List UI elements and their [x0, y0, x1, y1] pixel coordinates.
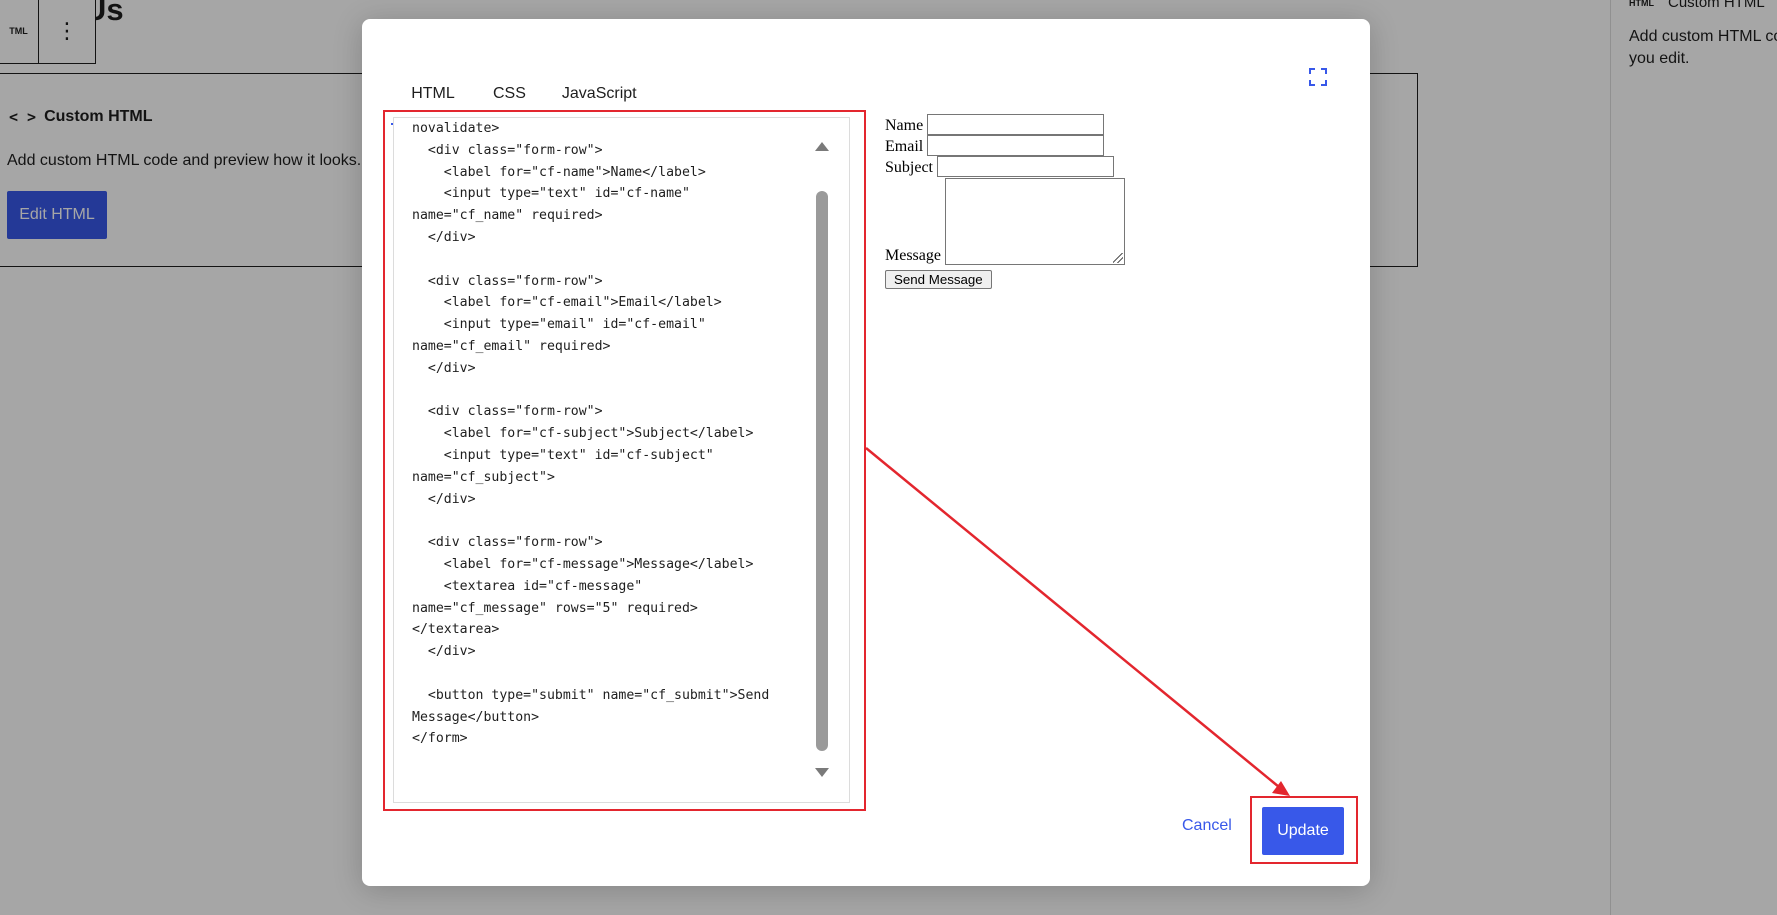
custom-html-modal: HTML CSS JavaScript novalidate> <div cla… — [362, 19, 1370, 886]
code-line[interactable]: <label for="cf-message">Message</label> — [412, 554, 817, 576]
code-line[interactable]: </div> — [412, 227, 817, 249]
code-line[interactable]: <label for="cf-name">Name</label> — [412, 162, 817, 184]
code-line[interactable]: </div> — [412, 489, 817, 511]
preview-send-button[interactable]: Send Message — [885, 270, 992, 289]
code-line[interactable]: <label for="cf-subject">Subject</label> — [412, 423, 817, 445]
update-button[interactable]: Update — [1262, 807, 1344, 855]
code-line[interactable] — [412, 663, 817, 685]
code-line[interactable]: name="cf_message" rows="5" required> — [412, 598, 817, 620]
scrollbar-thumb[interactable] — [816, 191, 828, 751]
code-line[interactable]: <button type="submit" name="cf_submit">S… — [412, 685, 817, 707]
update-button-highlight: Update — [1250, 796, 1358, 864]
code-line[interactable]: </div> — [412, 641, 817, 663]
scroll-up-icon[interactable] — [815, 142, 829, 151]
preview-subject-label: Subject — [885, 159, 933, 176]
code-editor-highlight: novalidate> <div class="form-row"> <labe… — [383, 110, 866, 811]
scroll-down-icon[interactable] — [815, 768, 829, 777]
code-line[interactable]: <div class="form-row"> — [412, 271, 817, 293]
preview-email-input[interactable] — [927, 135, 1105, 156]
preview-email-label: Email — [885, 138, 924, 155]
code-editor[interactable]: novalidate> <div class="form-row"> <labe… — [393, 117, 850, 803]
code-line[interactable]: name="cf_subject"> — [412, 467, 817, 489]
code-line[interactable]: <div class="form-row"> — [412, 532, 817, 554]
code-line[interactable]: <input type="email" id="cf-email" — [412, 314, 817, 336]
code-line[interactable]: <div class="form-row"> — [412, 140, 817, 162]
preview-email-row: Email — [885, 135, 1125, 156]
preview-message-row: Message — [885, 177, 1125, 265]
html-preview: Name Email Subject Message Send Message — [885, 114, 1125, 289]
preview-name-label: Name — [885, 117, 924, 134]
code-line[interactable]: <textarea id="cf-message" — [412, 576, 817, 598]
code-line[interactable]: Message</button> — [412, 707, 817, 729]
code-line[interactable]: <input type="text" id="cf-name" — [412, 183, 817, 205]
preview-message-textarea[interactable] — [944, 178, 1125, 265]
fullscreen-icon[interactable] — [1306, 65, 1330, 89]
code-line[interactable] — [412, 249, 817, 271]
code-line[interactable]: name="cf_email" required> — [412, 336, 817, 358]
code-line[interactable]: <div class="form-row"> — [412, 401, 817, 423]
preview-name-input[interactable] — [927, 114, 1105, 135]
code-line[interactable]: </div> — [412, 358, 817, 380]
code-line[interactable] — [412, 510, 817, 532]
code-line[interactable] — [412, 380, 817, 402]
preview-subject-row: Subject — [885, 156, 1125, 177]
code-line[interactable]: <label for="cf-email">Email</label> — [412, 292, 817, 314]
code-line[interactable]: </textarea> — [412, 619, 817, 641]
resize-grip-icon[interactable] — [1112, 253, 1123, 263]
code-content[interactable]: novalidate> <div class="form-row"> <labe… — [412, 118, 817, 750]
preview-message-label: Message — [885, 247, 941, 264]
code-line[interactable]: novalidate> — [412, 118, 817, 140]
preview-subject-input[interactable] — [937, 156, 1114, 177]
preview-name-row: Name — [885, 114, 1125, 135]
cancel-button[interactable]: Cancel — [1182, 817, 1232, 835]
code-line[interactable]: <input type="text" id="cf-subject" — [412, 445, 817, 467]
code-line[interactable]: </form> — [412, 728, 817, 750]
code-line[interactable]: name="cf_name" required> — [412, 205, 817, 227]
